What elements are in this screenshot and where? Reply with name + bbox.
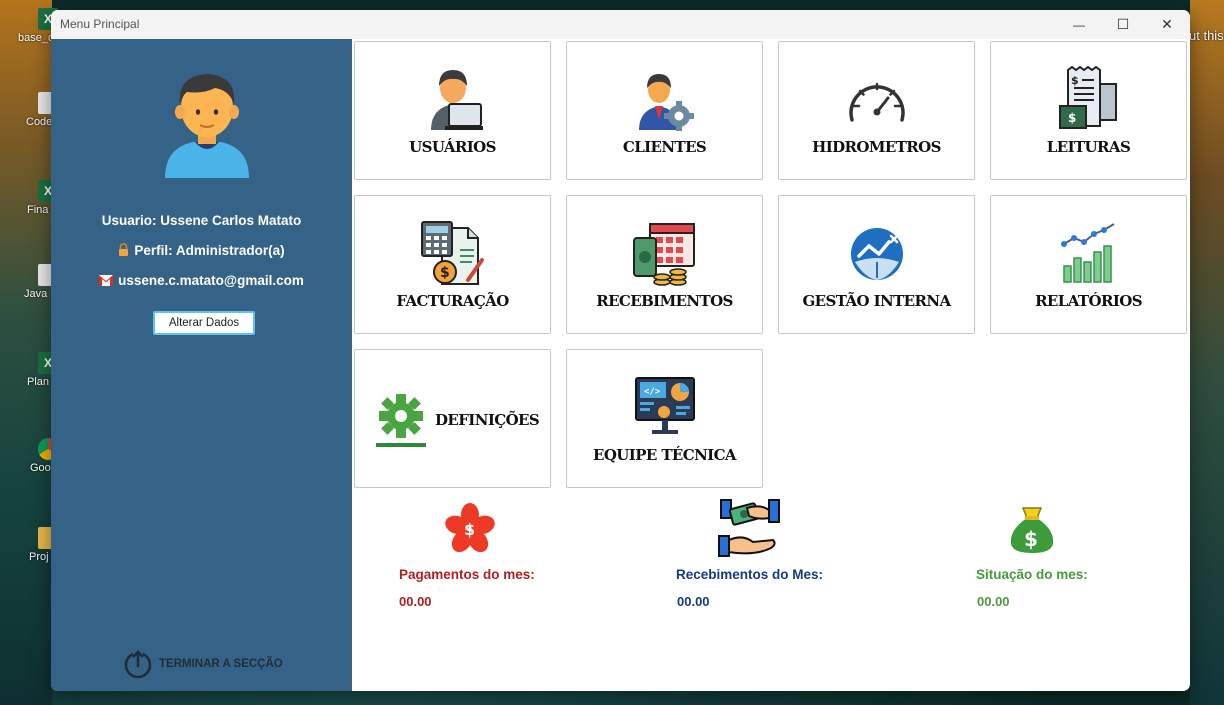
handshake-money-icon	[718, 499, 780, 557]
minimize-icon: —	[1073, 17, 1085, 32]
svg-text:$: $	[1068, 111, 1076, 125]
tile-equipe-tecnica-label: EQUIPE TÉCNICA	[593, 446, 737, 464]
svg-text:$: $	[464, 520, 475, 539]
desktop-background-right	[1190, 0, 1224, 705]
bar-chart-icon	[1060, 223, 1115, 283]
alter-data-button[interactable]: Alterar Dados	[153, 311, 255, 335]
svg-text:$: $	[1024, 527, 1038, 551]
user-profile: Perfil: Administrador(a)	[51, 243, 352, 259]
close-button[interactable]: ✕	[1145, 10, 1189, 39]
maximize-button[interactable]: ☐	[1101, 10, 1145, 39]
monitor-code-icon: </>	[634, 377, 695, 434]
tile-definicoes[interactable]: DEFINIÇÕES	[354, 349, 551, 488]
svg-text:$: $	[1071, 74, 1079, 87]
user-email: ussene.c.matato@gmail.com	[51, 273, 352, 289]
receipt-icon: $ $	[1058, 66, 1117, 129]
receipts-label: Recebimentos do Mes:	[676, 567, 824, 582]
tile-clientes-label: CLIENTES	[622, 138, 707, 156]
tile-usuarios[interactable]: USUÁRIOS	[354, 41, 551, 180]
tile-clientes[interactable]: CLIENTES	[566, 41, 763, 180]
client-gear-icon	[638, 74, 694, 131]
gmail-icon	[99, 274, 114, 289]
situation-value: 00.00	[977, 594, 1010, 609]
user-email-text: ussene.c.matato@gmail.com	[118, 273, 304, 288]
tile-definicoes-label: DEFINIÇÕES	[435, 411, 540, 429]
gauge-icon	[848, 82, 905, 122]
main-window: Menu Principal — ☐ ✕ Usuario: Ussene Car…	[51, 10, 1190, 691]
user-name: Usuario: Ussene Carlos Matato	[101, 213, 302, 228]
gear-icon	[376, 394, 426, 447]
tile-recebimentos-label: RECEBIMENTOS	[596, 292, 733, 310]
payments-label: Pagamentos do mes:	[399, 567, 535, 582]
payments-flower-icon: $	[445, 503, 495, 553]
tile-gestao-interna[interactable]: GESTÃO INTERNA	[778, 195, 975, 334]
user-avatar-icon	[165, 74, 249, 178]
svg-text:</>: </>	[644, 387, 661, 397]
money-bag-icon: $	[1010, 507, 1054, 553]
sidebar: Usuario: Ussene Carlos Matato Perfil: Ad…	[51, 39, 352, 691]
tile-recebimentos[interactable]: RECEBIMENTOS	[566, 195, 763, 334]
user-laptop-icon	[430, 70, 483, 130]
svg-text:$: $	[440, 265, 450, 281]
logout-label: TERMINAR A SECÇÃO	[159, 658, 283, 670]
receipts-value: 00.00	[677, 594, 710, 609]
tile-facturacao-label: FACTURAÇÃO	[396, 292, 509, 310]
maximize-icon: ☐	[1116, 16, 1130, 32]
tile-hidrometros-label: HIDROMETROS	[812, 138, 941, 156]
logout-button[interactable]: TERMINAR A SECÇÃO	[123, 649, 283, 679]
tile-relatorios[interactable]: RELATÓRIOS	[990, 195, 1187, 334]
situation-label: Situação do mes:	[976, 567, 1088, 582]
minimize-button[interactable]: —	[1057, 10, 1101, 39]
tile-relatorios-label: RELATÓRIOS	[1035, 292, 1142, 310]
tile-gestao-interna-label: GESTÃO INTERNA	[802, 292, 951, 310]
tile-leituras-label: LEITURAS	[1046, 138, 1131, 156]
calendar-money-icon	[632, 223, 695, 286]
desktop-peek-text: ut this	[1189, 28, 1224, 43]
user-profile-text: Perfil: Administrador(a)	[134, 243, 285, 258]
title-bar[interactable]: Menu Principal — ☐ ✕	[51, 10, 1190, 39]
window-title: Menu Principal	[60, 17, 140, 31]
tile-leituras[interactable]: $ $ LEITURAS	[990, 41, 1187, 180]
tile-equipe-tecnica[interactable]: </> EQUIPE TÉCNICA	[566, 349, 763, 488]
close-icon: ✕	[1161, 16, 1173, 32]
calculator-invoice-icon: $	[420, 221, 484, 285]
tile-hidrometros[interactable]: HIDROMETROS	[778, 41, 975, 180]
chart-circle-icon	[850, 228, 903, 280]
power-icon	[124, 649, 152, 679]
tile-facturacao[interactable]: $ FACTURAÇÃO	[354, 195, 551, 334]
tile-usuarios-label: USUÁRIOS	[409, 138, 496, 156]
payments-value: 00.00	[399, 594, 432, 609]
lock-icon	[118, 243, 129, 259]
